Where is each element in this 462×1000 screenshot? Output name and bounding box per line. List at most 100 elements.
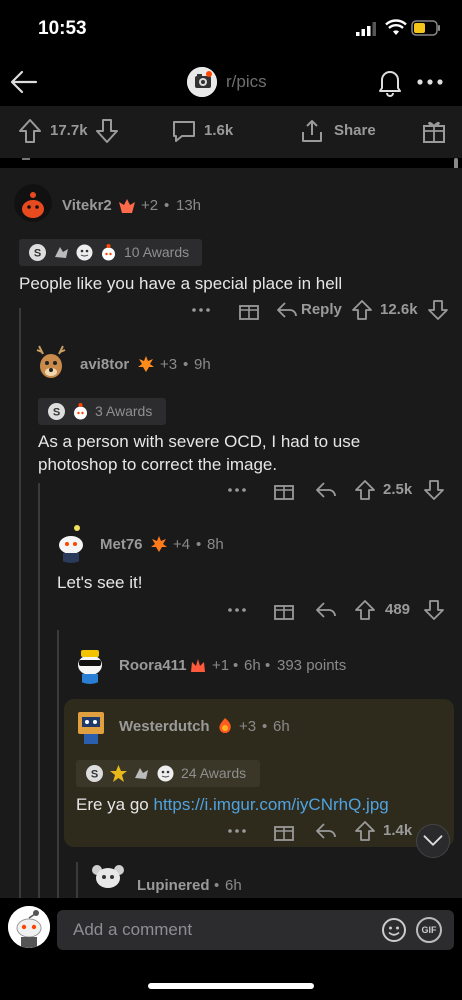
snoo-avatar-icon [92, 865, 124, 888]
bell-icon[interactable] [374, 66, 406, 98]
comment-count[interactable]: 1.6k [204, 122, 233, 139]
avatar[interactable] [51, 523, 91, 563]
comment-actions: 489 [0, 596, 462, 624]
comment-age: 8h [207, 536, 224, 553]
comment-flair-extra: +3 [160, 356, 178, 373]
app-root: 10:53 r/pics 17.7k 1.6k Share Vitekr2 +2… [0, 0, 462, 1000]
reindeer-avatar-icon [36, 345, 66, 378]
comment-body: As a person with severe OCD, I had to us… [38, 432, 361, 474]
add-comment-placeholder: Add a comment [73, 920, 193, 939]
comment-flair-extra: +3 [239, 718, 257, 735]
upvote-icon[interactable] [350, 298, 374, 322]
comment-flair-extra: +4 [173, 536, 191, 553]
add-comment-input[interactable]: Add a comment GIF [57, 910, 454, 950]
awards-count: 3 Awards [95, 403, 153, 419]
share-button[interactable]: Share [334, 122, 376, 139]
comment-author[interactable]: Roora411 [119, 657, 187, 674]
status-bar: 10:53 [0, 0, 462, 60]
back-arrow-icon[interactable] [8, 66, 40, 98]
avatar[interactable] [89, 858, 127, 896]
more-icon[interactable] [225, 598, 249, 622]
awards-badge[interactable]: S 10 Awards [19, 239, 202, 266]
subreddit-name[interactable]: r/pics [226, 72, 267, 92]
snoo-avatar-icon [8, 906, 50, 948]
thread-line-3[interactable] [57, 630, 59, 898]
reply-button[interactable]: Reply [301, 301, 342, 318]
subreddit-logo-icon [187, 67, 217, 97]
avatar[interactable] [72, 706, 110, 746]
downvote-icon[interactable] [422, 478, 446, 502]
reply-icon[interactable] [314, 478, 338, 502]
comment-author[interactable]: avi8tor [80, 356, 129, 373]
reply-icon[interactable] [275, 298, 299, 322]
comment-actions: Reply 12.6k [0, 296, 462, 324]
meta-sep: • [265, 657, 271, 674]
comment-score: 489 [385, 601, 411, 618]
silver-award-icon: S [48, 403, 65, 420]
flair-icon [191, 659, 205, 672]
comment-flair-extra: +2 [141, 197, 159, 214]
thread-line-4[interactable] [76, 862, 78, 898]
awards-badge[interactable]: S 24 Awards [76, 760, 260, 787]
comment-score: 12.6k [380, 301, 418, 318]
comment-actions: 2.5k [0, 476, 462, 504]
comment-points: 393 points [277, 657, 347, 674]
signal-icon [356, 22, 376, 36]
share-icon[interactable] [299, 118, 325, 144]
upvote-icon[interactable] [353, 478, 377, 502]
comment-icon[interactable] [171, 118, 197, 144]
comment-actions: 1.4k [0, 817, 462, 845]
meta-sep: • [214, 877, 220, 894]
comment-body: Ere ya go https://i.imgur.com/iyCNrhQ.jp… [76, 793, 446, 816]
flair-icon [151, 536, 167, 552]
chevron-down-icon [423, 835, 443, 846]
emoji-icon[interactable] [381, 917, 407, 943]
more-icon[interactable] [189, 298, 213, 322]
meta-sep: • [262, 718, 268, 735]
comments-list: Vitekr2 +2 • 13h S 10 Awards People like… [0, 168, 462, 898]
upvote-icon[interactable] [353, 598, 377, 622]
upvote-icon[interactable] [353, 819, 377, 843]
comment-age: 6h [273, 718, 290, 735]
comment-link[interactable]: https://i.imgur.com/iyCNrhQ.jpg [154, 795, 389, 814]
avatar[interactable] [14, 184, 52, 222]
downvote-icon[interactable] [426, 298, 450, 322]
gold-award-icon [110, 765, 127, 782]
avatar[interactable] [70, 644, 110, 684]
face-award-icon [76, 244, 93, 261]
avatar[interactable] [31, 342, 71, 382]
battery-icon [411, 20, 440, 36]
comment-author[interactable]: Westerdutch [119, 718, 210, 735]
upvote-icon[interactable] [17, 118, 43, 144]
silver-award-icon: S [86, 765, 103, 782]
reply-icon[interactable] [314, 598, 338, 622]
subreddit-avatar[interactable] [187, 67, 217, 97]
reply-icon[interactable] [314, 819, 338, 843]
more-icon[interactable] [414, 68, 446, 96]
next-comment-button[interactable] [416, 824, 450, 858]
award-icon[interactable] [272, 598, 296, 622]
comment-author[interactable]: Vitekr2 [62, 197, 112, 214]
downvote-icon[interactable] [422, 598, 446, 622]
gif-icon[interactable]: GIF [416, 917, 442, 943]
wholesome-award-icon [135, 768, 148, 779]
award-icon[interactable] [237, 298, 261, 322]
silver-award-icon: S [29, 244, 46, 261]
award-icon[interactable] [272, 478, 296, 502]
meta-sep: • [183, 356, 189, 373]
more-icon[interactable] [225, 819, 249, 843]
flair-icon [119, 199, 135, 213]
flair-icon [138, 356, 154, 372]
user-avatar[interactable] [8, 906, 50, 948]
top-nav: r/pics [0, 60, 462, 106]
comment-age: 6h [225, 877, 242, 894]
more-icon[interactable] [225, 478, 249, 502]
comment-author[interactable]: Lupinered [137, 877, 210, 894]
comment-body: People like you have a special place in … [19, 274, 343, 293]
collapsed-indicator [22, 158, 30, 160]
comment-author[interactable]: Met76 [100, 536, 143, 553]
downvote-icon[interactable] [94, 118, 120, 144]
award-icon[interactable] [421, 118, 447, 144]
award-icon[interactable] [272, 819, 296, 843]
awards-badge[interactable]: S 3 Awards [38, 398, 166, 425]
